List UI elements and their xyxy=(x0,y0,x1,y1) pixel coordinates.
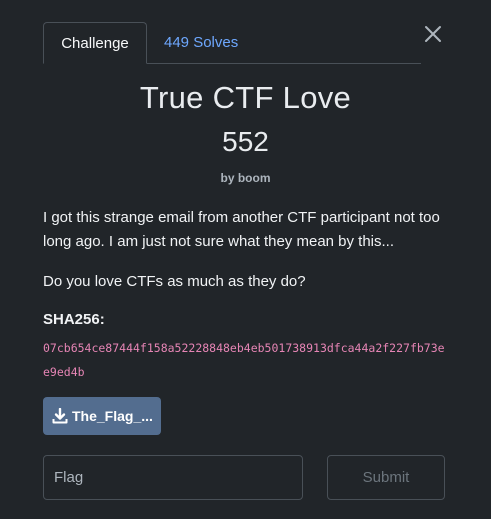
download-icon xyxy=(52,408,68,424)
tab-solves[interactable]: 449 Solves xyxy=(164,22,238,63)
submit-button[interactable]: Submit xyxy=(327,455,445,500)
download-file-button[interactable]: The_Flag_... xyxy=(43,397,161,435)
close-icon[interactable] xyxy=(421,22,445,46)
challenge-points: 552 xyxy=(222,126,269,157)
challenge-question: Do you love CTFs as much as they do? xyxy=(43,273,306,290)
challenge-tabs: Challenge 449 Solves xyxy=(43,22,421,64)
download-file-label: The_Flag_... xyxy=(72,408,153,424)
sha256-label: SHA256: xyxy=(43,311,105,328)
challenge-author: by boom xyxy=(0,171,491,185)
challenge-title: True CTF Love xyxy=(139,80,352,115)
author-name: boom xyxy=(237,171,271,185)
flag-input[interactable] xyxy=(43,455,303,500)
sha256-value: 07cb654ce87444f158a52228848eb4eb50173891… xyxy=(43,341,445,379)
tab-challenge[interactable]: Challenge xyxy=(43,22,147,64)
author-prefix: by xyxy=(220,171,235,185)
challenge-description: I got this strange email from another CT… xyxy=(43,209,440,250)
